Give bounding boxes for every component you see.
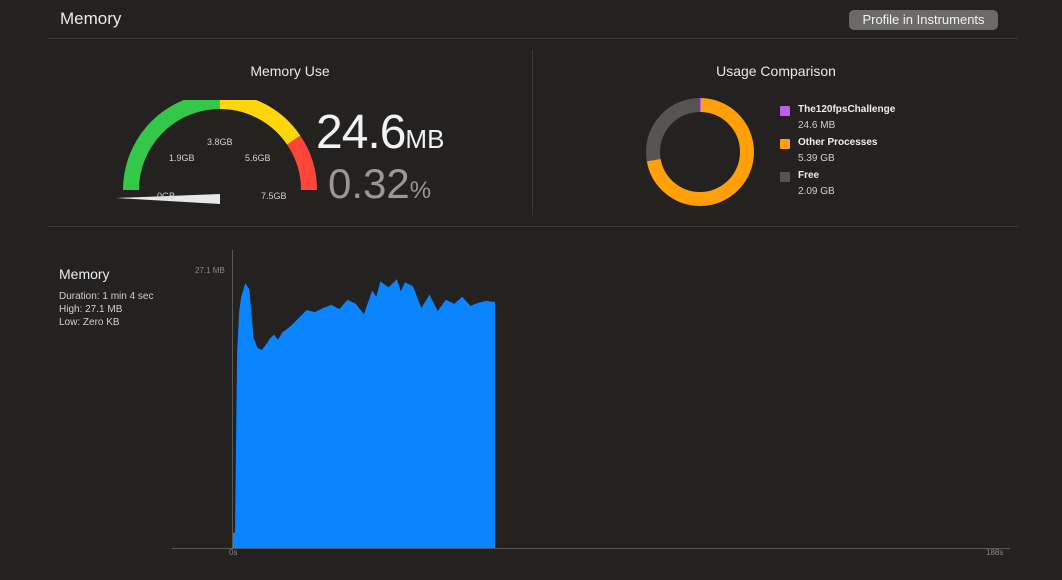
memory-report: Memory Profile in Instruments Memory Use… — [0, 0, 1062, 580]
timeline-area — [233, 279, 495, 548]
timeline-x-end-label: 188s — [986, 548, 1004, 557]
timeline-x-start-label: 0s — [229, 548, 238, 557]
memory-timeline-chart — [172, 250, 1010, 549]
timeline-y-max-label: 27.1 MB — [195, 266, 225, 275]
